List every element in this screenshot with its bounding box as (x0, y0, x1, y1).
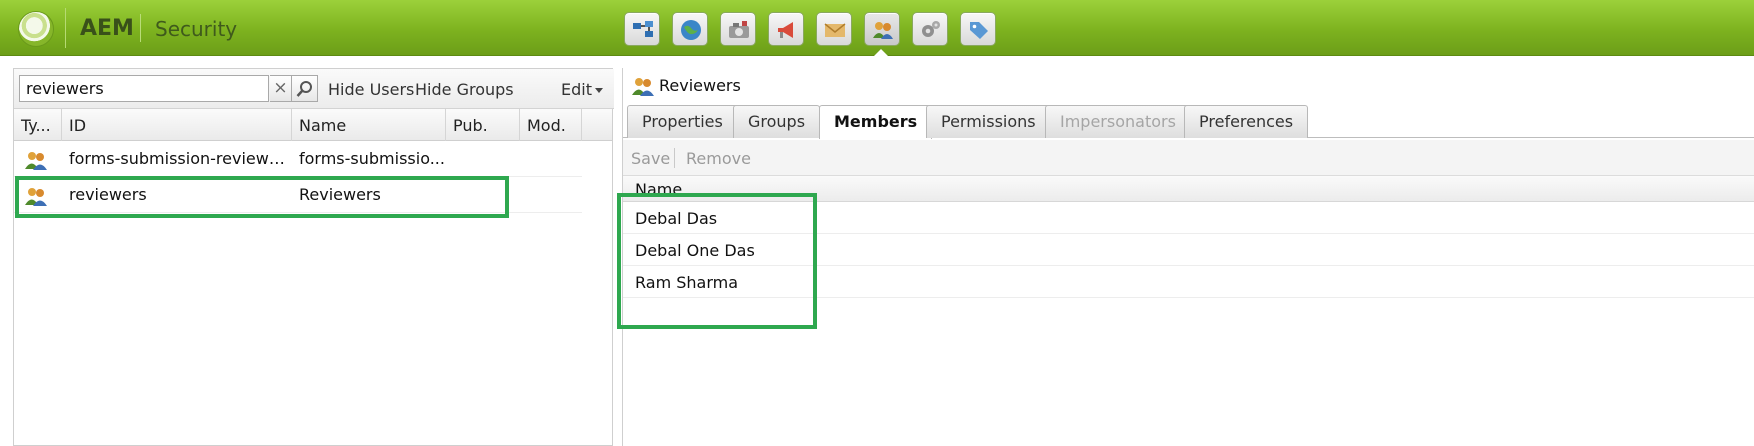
edit-menu-label: Edit (561, 80, 592, 99)
table-row[interactable]: forms-submission-reviewers forms-submiss… (14, 142, 582, 177)
tab-properties[interactable]: Properties (627, 105, 738, 138)
authorizable-detail-panel: Reviewers Properties Groups Members Perm… (622, 68, 1754, 446)
search-input[interactable] (19, 75, 269, 102)
edit-menu-button[interactable]: Edit (561, 80, 603, 99)
member-name: Ram Sharma (635, 273, 739, 292)
remove-button[interactable]: Remove (686, 149, 751, 168)
authorizable-list-panel: × Hide Users Hide Groups Edit Ty... ID N… (13, 68, 614, 446)
group-icon (24, 186, 48, 210)
row-name: Reviewers (299, 185, 381, 204)
group-icon (632, 78, 654, 96)
list-toolbar: × Hide Users Hide Groups Edit (14, 69, 614, 109)
tag-icon[interactable] (960, 12, 996, 46)
group-icon (24, 150, 48, 174)
members-action-bar: Save Remove (623, 140, 1754, 176)
detail-tabs: Properties Groups Members Permissions Im… (623, 102, 1754, 139)
member-name: Debal One Das (635, 241, 755, 260)
grid-header: Ty... ID Name Pub. Mod. (14, 109, 612, 141)
tab-preferences[interactable]: Preferences (1184, 105, 1309, 138)
camera-icon[interactable] (720, 12, 756, 46)
megaphone-icon[interactable] (768, 12, 804, 46)
clear-search-icon[interactable]: × (270, 75, 292, 102)
row-id: reviewers (69, 185, 147, 204)
column-header-name[interactable]: Name (292, 109, 446, 141)
divider (140, 14, 141, 42)
aem-logo[interactable] (18, 11, 54, 47)
gear-icon[interactable] (912, 12, 948, 46)
row-id: forms-submission-reviewers (69, 149, 292, 168)
list-item[interactable]: Ram Sharma (623, 266, 1754, 298)
table-row[interactable]: reviewers Reviewers (14, 178, 582, 213)
tab-impersonators: Impersonators (1045, 105, 1191, 138)
hide-users-button[interactable]: Hide Users (328, 80, 414, 99)
column-header-member-name[interactable]: Name (635, 180, 682, 199)
tab-groups[interactable]: Groups (733, 105, 821, 138)
chevron-down-icon (594, 88, 603, 93)
list-item[interactable]: Debal One Das (623, 234, 1754, 266)
member-name: Debal Das (635, 209, 718, 228)
sites-icon[interactable] (624, 12, 660, 46)
column-header-id[interactable]: ID (62, 109, 292, 141)
mail-icon[interactable] (816, 12, 852, 46)
section-title: Security (155, 17, 238, 41)
top-bar: AEM Security (0, 0, 1754, 56)
divider (65, 8, 66, 48)
tab-members[interactable]: Members (819, 105, 933, 139)
brand-name: AEM (80, 16, 134, 41)
active-tool-indicator (874, 49, 888, 56)
search-icon[interactable] (292, 75, 318, 102)
tab-permissions[interactable]: Permissions (926, 105, 1051, 138)
hide-groups-button[interactable]: Hide Groups (415, 80, 514, 99)
save-button[interactable]: Save (631, 149, 670, 168)
users-icon[interactable] (864, 12, 900, 46)
column-header-mod[interactable]: Mod. (520, 109, 582, 141)
globe-icon[interactable] (672, 12, 708, 46)
detail-title: Reviewers (631, 68, 741, 104)
detail-title-text: Reviewers (659, 76, 741, 95)
divider (674, 148, 675, 168)
column-header-pub[interactable]: Pub. (446, 109, 520, 141)
list-item[interactable]: Debal Das (623, 202, 1754, 234)
row-name: forms-submissio... (299, 149, 445, 168)
column-header-type[interactable]: Ty... (14, 109, 62, 141)
members-grid-header: Name (623, 176, 1754, 202)
